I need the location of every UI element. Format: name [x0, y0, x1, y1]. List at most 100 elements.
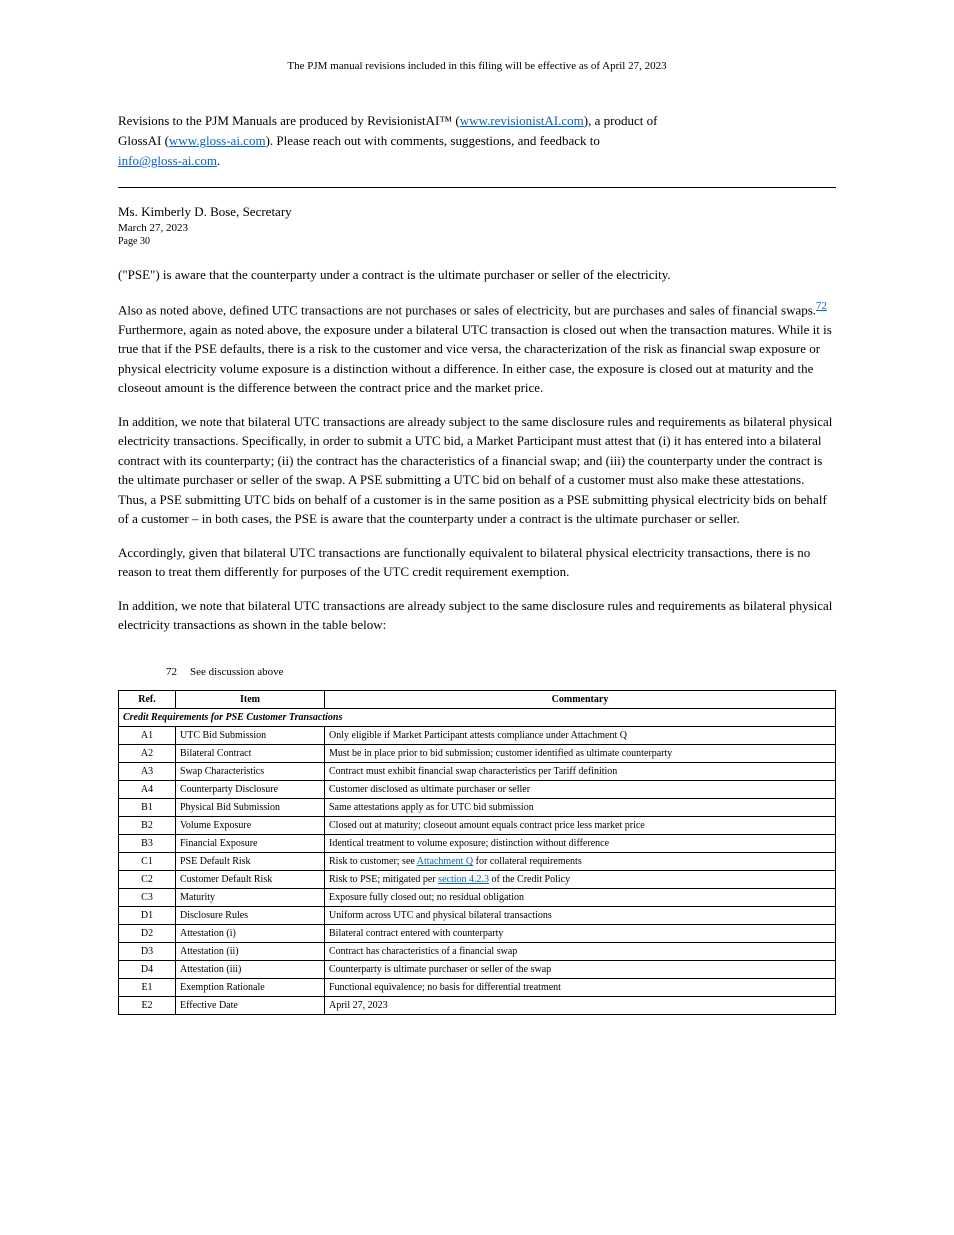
col-header-comm: Commentary: [325, 691, 836, 709]
link-glossai[interactable]: www.gloss-ai.com: [169, 133, 266, 148]
link-inline[interactable]: section 4.2.3: [438, 874, 489, 885]
cell-commentary: April 27, 2023: [325, 997, 836, 1015]
cell-ref: D2: [119, 925, 176, 943]
col-header-ref: Ref.: [119, 691, 176, 709]
footnote-number: 72: [166, 665, 190, 680]
cell-item: Effective Date: [176, 997, 325, 1015]
body-text: ("PSE") is aware that the counterparty u…: [118, 265, 836, 635]
cell-item: Counterparty Disclosure: [176, 781, 325, 799]
table-row: E1Exemption RationaleFunctional equivale…: [119, 979, 836, 997]
cell-text: for collateral requirements: [473, 856, 582, 867]
page-number: Page 30: [118, 236, 836, 247]
cell-ref: A3: [119, 763, 176, 781]
addressee-name: Ms. Kimberly D. Bose, Secretary: [118, 204, 836, 220]
cell-commentary: Risk to customer; see Attachment Q for c…: [325, 853, 836, 871]
cell-item: Financial Exposure: [176, 835, 325, 853]
footnotes: 72See discussion above: [166, 665, 836, 680]
table-row: C2Customer Default RiskRisk to PSE; miti…: [119, 871, 836, 889]
cell-commentary: Uniform across UTC and physical bilatera…: [325, 907, 836, 925]
horizontal-rule: [118, 187, 836, 188]
cell-ref: A2: [119, 745, 176, 763]
cell-commentary: Contract must exhibit financial swap cha…: [325, 763, 836, 781]
intro-block: Revisions to the PJM Manuals are produce…: [118, 112, 836, 171]
table-row: A4Counterparty DisclosureCustomer disclo…: [119, 781, 836, 799]
paragraph: Also as noted above, defined UTC transac…: [118, 298, 836, 398]
table-row: A1UTC Bid SubmissionOnly eligible if Mar…: [119, 727, 836, 745]
cell-commentary: Exposure fully closed out; no residual o…: [325, 889, 836, 907]
cell-ref: B2: [119, 817, 176, 835]
link-email[interactable]: info@gloss-ai.com: [118, 153, 217, 168]
cell-ref: C3: [119, 889, 176, 907]
table-title: Credit Requirements for PSE Customer Tra…: [119, 709, 836, 727]
cell-item: Attestation (i): [176, 925, 325, 943]
paragraph: In addition, we note that bilateral UTC …: [118, 412, 836, 529]
cell-item: Volume Exposure: [176, 817, 325, 835]
table-row: E2Effective DateApril 27, 2023: [119, 997, 836, 1015]
table-row: B1Physical Bid SubmissionSame attestatio…: [119, 799, 836, 817]
table-row: D1Disclosure RulesUniform across UTC and…: [119, 907, 836, 925]
cell-ref: C1: [119, 853, 176, 871]
cell-ref: E1: [119, 979, 176, 997]
table-header-row: Ref. Item Commentary: [119, 691, 836, 709]
cell-text: Risk to PSE; mitigated per: [329, 874, 438, 885]
cell-commentary: Risk to PSE; mitigated per section 4.2.3…: [325, 871, 836, 889]
cell-commentary: Same attestations apply as for UTC bid s…: [325, 799, 836, 817]
cell-ref: E2: [119, 997, 176, 1015]
table-row: A2Bilateral ContractMust be in place pri…: [119, 745, 836, 763]
paragraph: In addition, we note that bilateral UTC …: [118, 596, 836, 635]
footnote-72: 72See discussion above: [166, 665, 836, 680]
paragraph-text: Furthermore, again as noted above, the e…: [118, 322, 832, 396]
cell-item: Exemption Rationale: [176, 979, 325, 997]
cell-text: of the Credit Policy: [489, 874, 570, 885]
cell-ref: B1: [119, 799, 176, 817]
cell-ref: D3: [119, 943, 176, 961]
cell-item: PSE Default Risk: [176, 853, 325, 871]
intro-text: ), a product of: [584, 113, 658, 128]
cell-commentary: Identical treatment to volume exposure; …: [325, 835, 836, 853]
table-title-row: Credit Requirements for PSE Customer Tra…: [119, 709, 836, 727]
cell-ref: A4: [119, 781, 176, 799]
intro-text: .: [217, 153, 220, 168]
cell-item: Physical Bid Submission: [176, 799, 325, 817]
cell-commentary: Contract has characteristics of a financ…: [325, 943, 836, 961]
cell-commentary: Functional equivalence; no basis for dif…: [325, 979, 836, 997]
intro-text: ). Please reach out with comments, sugge…: [266, 133, 600, 148]
paragraph: ("PSE") is aware that the counterparty u…: [118, 265, 836, 285]
cell-commentary: Must be in place prior to bid submission…: [325, 745, 836, 763]
table-row: B2Volume ExposureClosed out at maturity;…: [119, 817, 836, 835]
cell-commentary: Only eligible if Market Participant atte…: [325, 727, 836, 745]
intro-text: Revisions to the PJM Manuals are produce…: [118, 113, 460, 128]
outer-footer: The PJM manual revisions included in thi…: [118, 60, 836, 72]
table-row: B3Financial ExposureIdentical treatment …: [119, 835, 836, 853]
link-revisionistai[interactable]: www.revisionistAI.com: [460, 113, 584, 128]
letter-date: March 27, 2023: [118, 222, 836, 234]
cell-ref: B3: [119, 835, 176, 853]
link-inline[interactable]: Attachment Q: [417, 856, 473, 867]
cell-commentary: Customer disclosed as ultimate purchaser…: [325, 781, 836, 799]
cell-commentary: Counterparty is ultimate purchaser or se…: [325, 961, 836, 979]
intro-text: GlossAI (: [118, 133, 169, 148]
cell-ref: A1: [119, 727, 176, 745]
cell-item: Attestation (ii): [176, 943, 325, 961]
cell-item: Disclosure Rules: [176, 907, 325, 925]
table-row: C1PSE Default RiskRisk to customer; see …: [119, 853, 836, 871]
table-row: D2Attestation (i)Bilateral contract ente…: [119, 925, 836, 943]
cell-item: Attestation (iii): [176, 961, 325, 979]
table-row: D4Attestation (iii)Counterparty is ultim…: [119, 961, 836, 979]
footnote-text: See discussion above: [190, 666, 283, 678]
paragraph: Accordingly, given that bilateral UTC tr…: [118, 543, 836, 582]
footnote-ref-72[interactable]: 72: [816, 300, 827, 312]
cell-item: Bilateral Contract: [176, 745, 325, 763]
cell-text: Risk to customer; see: [329, 856, 417, 867]
paragraph-text: Also as noted above, defined UTC transac…: [118, 302, 816, 317]
cell-item: Maturity: [176, 889, 325, 907]
cell-item: Swap Characteristics: [176, 763, 325, 781]
cell-ref: D4: [119, 961, 176, 979]
table-row: A3Swap CharacteristicsContract must exhi…: [119, 763, 836, 781]
cell-commentary: Closed out at maturity; closeout amount …: [325, 817, 836, 835]
cell-ref: C2: [119, 871, 176, 889]
cell-commentary: Bilateral contract entered with counterp…: [325, 925, 836, 943]
table-row: C3MaturityExposure fully closed out; no …: [119, 889, 836, 907]
table-row: D3Attestation (ii)Contract has character…: [119, 943, 836, 961]
col-header-item: Item: [176, 691, 325, 709]
